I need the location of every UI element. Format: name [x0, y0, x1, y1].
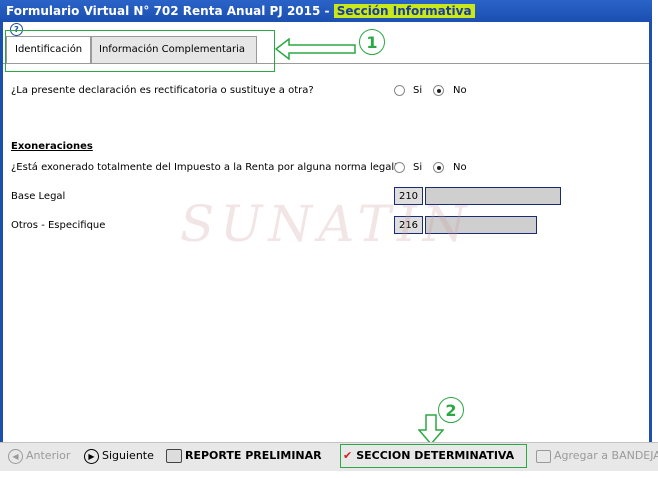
- exoneraciones-question: ¿Está exonerado totalmente del Impuesto …: [11, 162, 400, 173]
- anterior-button[interactable]: ◀ Anterior: [8, 447, 70, 465]
- title-highlight: Sección Informativa: [333, 4, 475, 18]
- anterior-label: Anterior: [26, 449, 71, 462]
- base-legal-label: Base Legal: [11, 191, 66, 202]
- reporte-preliminar-button[interactable]: REPORTE PRELIMINAR: [166, 447, 322, 465]
- checkmark-icon: ✔: [343, 449, 353, 462]
- arrow-right-circle-icon: ▶: [84, 448, 99, 464]
- seccion-determinativa-button[interactable]: ✔ SECCION DETERMINATIVA: [343, 447, 514, 465]
- agregar-label: Agregar a BANDEJA: [554, 449, 658, 462]
- rectificatoria-no-label: No: [453, 85, 467, 96]
- rectificatoria-si-radio[interactable]: [394, 85, 405, 96]
- siguiente-button[interactable]: ▶ Siguiente: [84, 447, 154, 465]
- rectificatoria-question: ¿La presente declaración es rectificator…: [11, 85, 314, 96]
- agregar-bandeja-button[interactable]: Agregar a BANDEJA: [536, 447, 658, 465]
- window-title: Formulario Virtual N° 702 Renta Anual PJ…: [6, 4, 475, 18]
- exonerado-no-label: No: [453, 162, 467, 173]
- window-title-bar: Formulario Virtual N° 702 Renta Anual PJ…: [0, 0, 652, 22]
- annotation-tabs-box: [5, 30, 275, 72]
- exonerado-no-radio[interactable]: [433, 162, 444, 173]
- reporte-label: REPORTE PRELIMINAR: [185, 449, 322, 462]
- arrow-left-icon: [275, 38, 356, 60]
- sunat-watermark: SUNATIN: [180, 195, 473, 253]
- title-prefix: Formulario Virtual N° 702 Renta Anual PJ…: [6, 4, 334, 18]
- cart-icon: [536, 449, 551, 463]
- printer-icon: [166, 449, 182, 463]
- seccion-label: SECCION DETERMINATIVA: [356, 449, 515, 462]
- siguiente-label: Siguiente: [102, 449, 154, 462]
- rectificatoria-no-radio[interactable]: [433, 85, 444, 96]
- exoneraciones-heading: Exoneraciones: [11, 141, 93, 152]
- arrow-left-circle-icon: ◀: [8, 448, 23, 464]
- annotation-callout-1: 1: [359, 29, 385, 55]
- rectificatoria-si-label: Si: [413, 85, 423, 96]
- otros-especifique-label: Otros - Especifique: [11, 220, 106, 231]
- exonerado-si-label: Si: [413, 162, 423, 173]
- exonerado-si-radio[interactable]: [394, 162, 405, 173]
